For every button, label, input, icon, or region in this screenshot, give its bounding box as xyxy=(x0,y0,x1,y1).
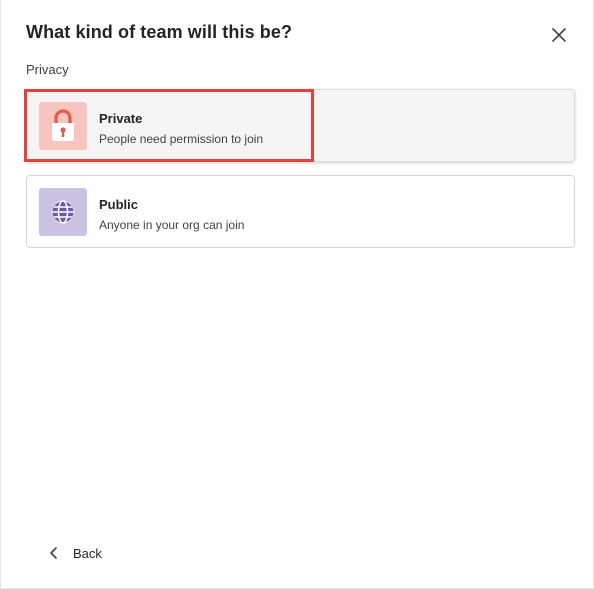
create-team-dialog: What kind of team will this be? Privacy … xyxy=(0,0,594,589)
globe-icon xyxy=(51,200,75,224)
public-option-description: Anyone in your org can join xyxy=(99,218,245,232)
public-option-title: Public xyxy=(99,197,139,212)
privacy-section-label: Privacy xyxy=(26,62,69,77)
close-button[interactable] xyxy=(548,24,570,46)
private-option-card[interactable]: Private People need permission to join xyxy=(26,89,575,162)
lock-icon xyxy=(52,109,74,141)
private-option-icon-tile xyxy=(39,102,87,150)
public-option-card[interactable]: Public Anyone in your org can join xyxy=(26,175,575,248)
private-option-description: People need permission to join xyxy=(99,132,264,146)
dialog-title: What kind of team will this be? xyxy=(26,22,293,42)
private-option-title: Private xyxy=(99,111,143,126)
chevron-left-icon xyxy=(50,547,57,559)
back-button-label: Back xyxy=(73,545,102,561)
back-button[interactable]: Back xyxy=(47,542,102,564)
close-icon xyxy=(552,28,566,42)
public-option-icon-tile xyxy=(39,188,87,236)
